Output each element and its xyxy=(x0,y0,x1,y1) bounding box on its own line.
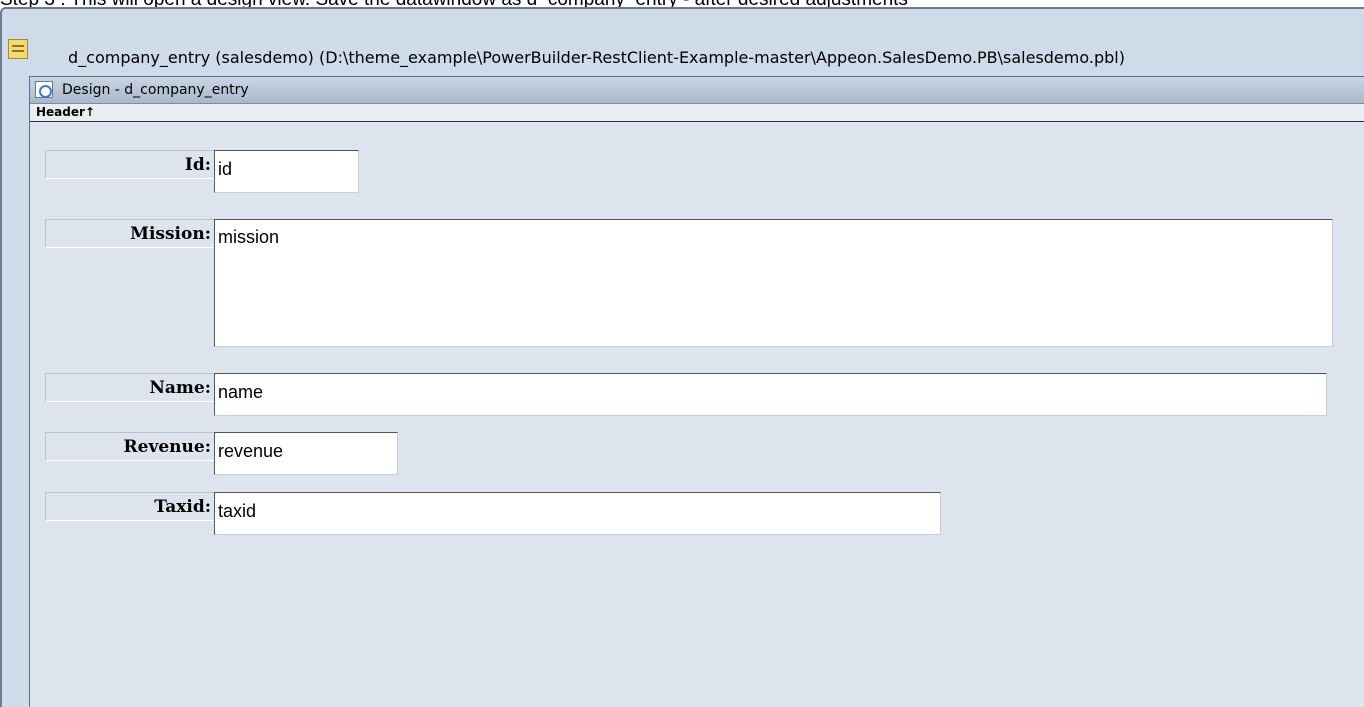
design-view-title-bar[interactable]: Design - d_company_entry xyxy=(30,77,1364,104)
name-label[interactable]: Name: xyxy=(45,373,215,402)
window-title-bar[interactable]: d_company_entry (salesdemo) (D:\theme_ex… xyxy=(28,17,1364,67)
design-view-title: Design - d_company_entry xyxy=(62,82,249,98)
id-label[interactable]: Id: xyxy=(45,150,215,179)
id-field[interactable]: id xyxy=(214,150,359,193)
name-field[interactable]: name xyxy=(214,373,1327,416)
design-view-icon xyxy=(35,81,53,98)
design-view-pane: Design - d_company_entry Header↑ Id: id … xyxy=(29,76,1364,707)
datawindow-icon xyxy=(8,39,28,59)
mission-field[interactable]: mission xyxy=(214,219,1333,347)
taxid-label[interactable]: Taxid: xyxy=(45,492,215,521)
taxid-field[interactable]: taxid xyxy=(214,492,941,535)
window-title: d_company_entry (salesdemo) (D:\theme_ex… xyxy=(68,48,1125,67)
revenue-label[interactable]: Revenue: xyxy=(45,432,215,461)
header-band-label[interactable]: Header↑ xyxy=(30,104,1364,122)
mission-label[interactable]: Mission: xyxy=(45,219,215,248)
revenue-field[interactable]: revenue xyxy=(214,432,398,475)
